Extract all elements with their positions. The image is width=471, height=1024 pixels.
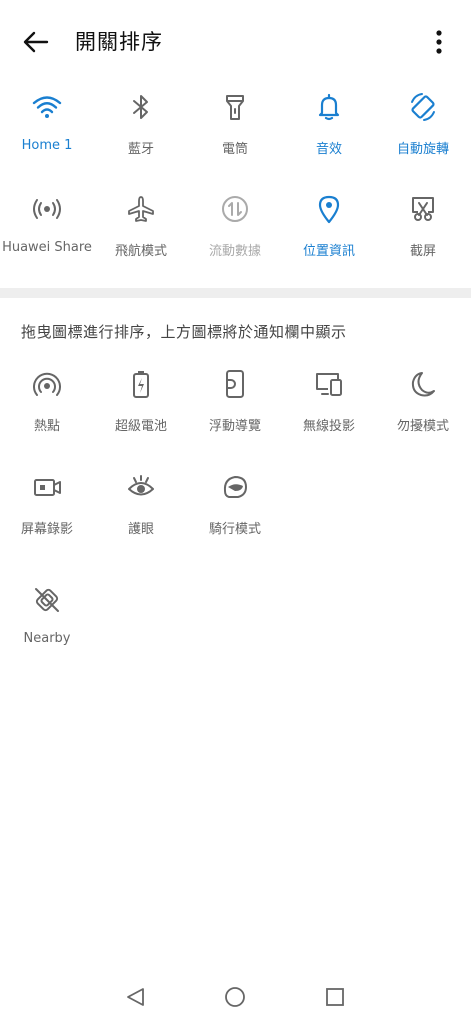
hotspot-icon bbox=[31, 368, 63, 400]
airplane-icon bbox=[125, 193, 157, 225]
tile-auto-rotate[interactable]: 自動旋轉 bbox=[376, 91, 470, 171]
tile-airplane[interactable]: 飛航模式 bbox=[94, 193, 188, 273]
tile-mobile-data[interactable]: 流動數據 bbox=[188, 193, 282, 273]
tile-label: Nearby bbox=[23, 631, 71, 646]
tile-wifi[interactable]: Home 1 bbox=[0, 91, 94, 171]
screenshot-icon bbox=[407, 193, 439, 225]
tile-huawei-share[interactable]: Huawei Share bbox=[0, 193, 94, 273]
tile-label: 騎行模式 bbox=[208, 522, 261, 537]
tile-label: 電筒 bbox=[221, 142, 248, 157]
flashlight-icon bbox=[219, 91, 251, 123]
moon-icon bbox=[407, 368, 439, 400]
more-options-button[interactable] bbox=[417, 24, 461, 60]
tile-eye-comfort[interactable]: 護眼 bbox=[94, 471, 188, 551]
triangle-back-icon bbox=[127, 988, 144, 1006]
back-arrow-icon bbox=[23, 31, 49, 53]
tile-label: 浮動導覽 bbox=[208, 419, 261, 434]
page-title: 開關排序 bbox=[75, 30, 163, 54]
tile-sound[interactable]: 音效 bbox=[282, 91, 376, 171]
tile-nearby[interactable]: Nearby bbox=[0, 584, 94, 664]
tile-label: 音效 bbox=[315, 142, 342, 157]
huawei-share-icon bbox=[31, 193, 63, 225]
nav-home-button[interactable] bbox=[217, 982, 253, 1012]
wifi-icon bbox=[31, 91, 63, 123]
back-button[interactable] bbox=[14, 24, 58, 60]
tile-label: 位置資訊 bbox=[302, 244, 355, 259]
tile-flashlight[interactable]: 電筒 bbox=[188, 91, 282, 171]
tile-screen-record[interactable]: 屏幕錄影 bbox=[0, 471, 94, 551]
circle-home-icon bbox=[225, 987, 245, 1007]
tile-label: 無線投影 bbox=[302, 419, 355, 434]
square-recents-icon bbox=[326, 988, 344, 1006]
tile-screenshot[interactable]: 截屏 bbox=[376, 193, 470, 273]
tile-bluetooth[interactable]: 藍牙 bbox=[94, 91, 188, 171]
tile-label: 屏幕錄影 bbox=[20, 522, 73, 537]
tile-floating-dock[interactable]: 浮動導覽 bbox=[188, 368, 282, 448]
bell-icon bbox=[313, 91, 345, 123]
more-vertical-icon bbox=[436, 30, 442, 54]
floating-dock-icon bbox=[219, 368, 251, 400]
nearby-icon bbox=[31, 584, 63, 616]
tile-hotspot[interactable]: 熱點 bbox=[0, 368, 94, 448]
mobile-data-icon bbox=[219, 193, 251, 225]
location-icon bbox=[313, 193, 345, 225]
tile-label: 自動旋轉 bbox=[396, 142, 449, 157]
auto-rotate-icon bbox=[407, 91, 439, 123]
nav-back-button[interactable] bbox=[117, 982, 153, 1012]
tile-wireless-projection[interactable]: 無線投影 bbox=[282, 368, 376, 448]
tile-label: 截屏 bbox=[409, 244, 436, 259]
eye-icon bbox=[125, 471, 157, 503]
tile-super-battery[interactable]: 超級電池 bbox=[94, 368, 188, 448]
wireless-projection-icon bbox=[313, 368, 345, 400]
tile-label: 熱點 bbox=[33, 419, 60, 434]
bluetooth-icon bbox=[125, 91, 157, 123]
app-bar: 開關排序 bbox=[0, 0, 471, 84]
system-navigation-bar bbox=[0, 970, 471, 1024]
screen-record-icon bbox=[31, 471, 63, 503]
ride-mode-icon bbox=[219, 471, 251, 503]
nav-recents-button[interactable] bbox=[317, 982, 353, 1012]
tile-label: 超級電池 bbox=[114, 419, 167, 434]
tile-label: 流動數據 bbox=[208, 244, 261, 259]
tile-label: 護眼 bbox=[127, 522, 154, 537]
sort-hint-text: 拖曳圖標進行排序，上方圖標將於通知欄中顯示 bbox=[21, 323, 347, 341]
tile-label: 藍牙 bbox=[127, 142, 154, 157]
tile-location[interactable]: 位置資訊 bbox=[282, 193, 376, 273]
tile-label: Huawei Share bbox=[2, 240, 92, 255]
battery-icon bbox=[125, 368, 157, 400]
tile-label: 飛航模式 bbox=[114, 244, 167, 259]
section-divider bbox=[0, 288, 471, 298]
tile-label: 勿擾模式 bbox=[396, 419, 449, 434]
tile-label: Home 1 bbox=[21, 138, 73, 153]
tile-do-not-disturb[interactable]: 勿擾模式 bbox=[376, 368, 470, 448]
tile-ride-mode[interactable]: 騎行模式 bbox=[188, 471, 282, 551]
